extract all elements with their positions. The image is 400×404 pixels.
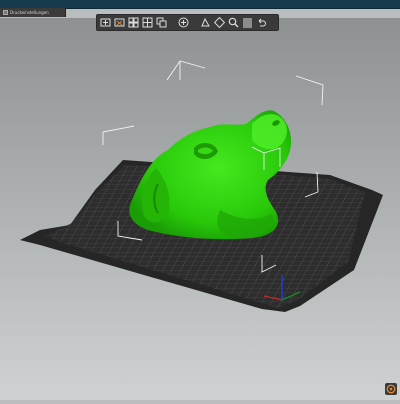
arrange-icon[interactable] bbox=[141, 16, 154, 29]
tab-print-settings[interactable]: Druckeinstellungen bbox=[0, 8, 66, 17]
tab-label: Druckeinstellungen bbox=[10, 10, 49, 15]
undo-icon[interactable] bbox=[255, 16, 268, 29]
split-parts-icon[interactable] bbox=[213, 16, 226, 29]
3d-viewport[interactable] bbox=[0, 18, 400, 400]
add-instance-icon[interactable] bbox=[177, 16, 190, 29]
prusa-logo-icon bbox=[385, 383, 397, 395]
split-objects-icon[interactable] bbox=[199, 16, 212, 29]
main-toolbar bbox=[96, 14, 279, 31]
delete-icon[interactable] bbox=[113, 16, 126, 29]
layers-editing-icon[interactable] bbox=[241, 16, 254, 29]
add-icon[interactable] bbox=[99, 16, 112, 29]
settings-tab-icon bbox=[3, 10, 8, 15]
search-icon[interactable] bbox=[227, 16, 240, 29]
copy-icon[interactable] bbox=[155, 16, 168, 29]
delete-all-icon[interactable] bbox=[127, 16, 140, 29]
